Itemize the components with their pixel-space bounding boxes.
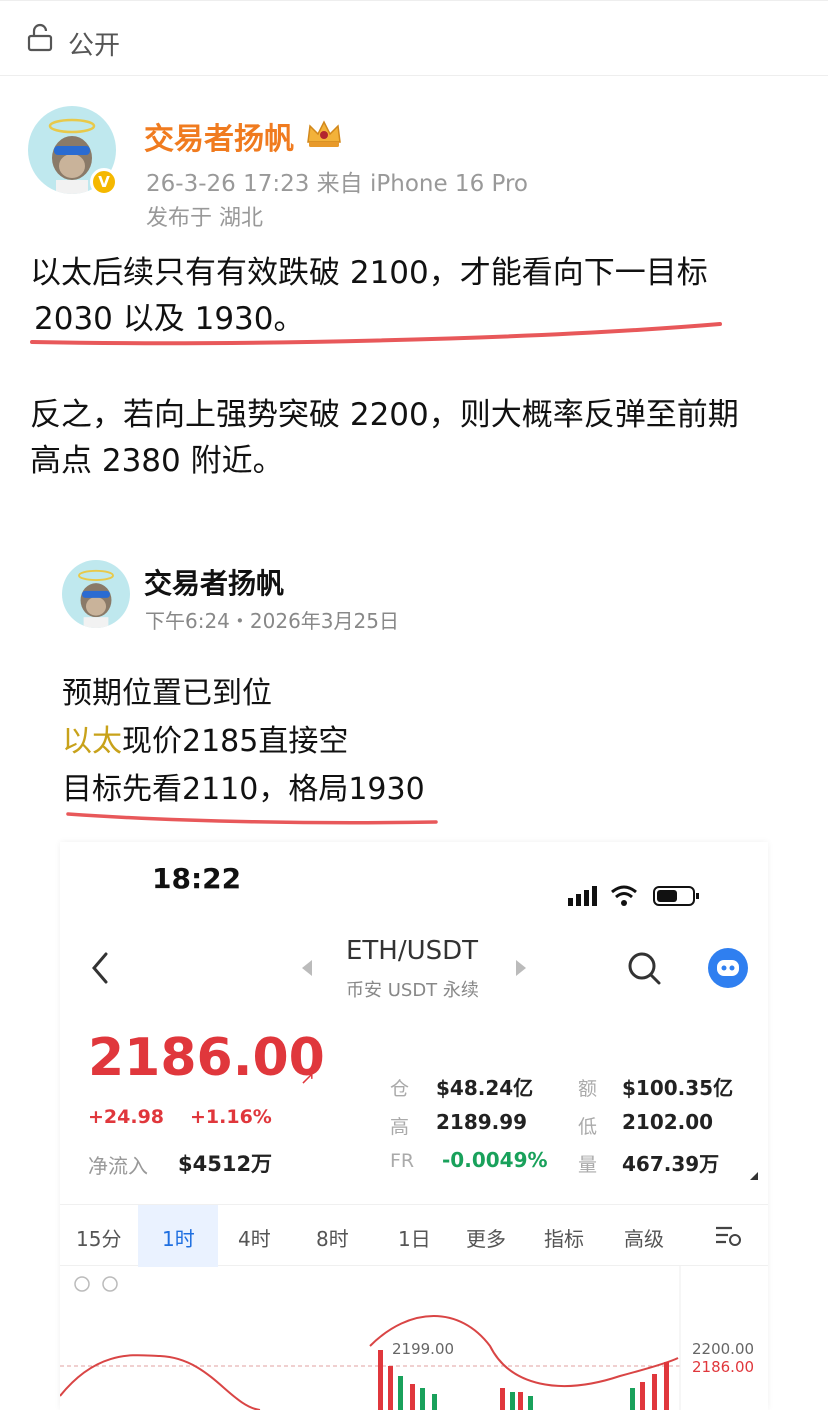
pair-market: 币安 USDT 永续 — [346, 980, 479, 1001]
bot-icon[interactable] — [708, 948, 748, 988]
tab-1h[interactable]: 1时 — [162, 1223, 195, 1252]
quoted-author[interactable]: 交易者扬帆 — [144, 562, 284, 602]
next-pair-icon[interactable] — [516, 960, 526, 976]
oi-value: $48.24亿 — [436, 1076, 534, 1100]
funding-rate-label: FR — [390, 1150, 415, 1172]
red-underline — [66, 812, 438, 825]
funding-rate-value: -0.0049% — [442, 1148, 548, 1172]
axis-label-current: 2186.00 — [692, 1358, 755, 1376]
post-source: 来自 iPhone 16 Pro — [316, 171, 528, 197]
tab-1d[interactable]: 1日 — [398, 1223, 431, 1252]
tab-advanced[interactable]: 高级 — [624, 1223, 664, 1252]
quoted-avatar[interactable] — [62, 560, 130, 628]
oi-label: 仓 — [390, 1078, 410, 1100]
post-location: 发布于 湖北 — [146, 206, 263, 231]
author-name[interactable]: 交易者扬帆 — [144, 114, 294, 158]
post-text-line: 以太后续只有有效跌破 2100，才能看向下一目标 — [30, 255, 708, 291]
price-change-pct: +1.16% — [190, 1106, 272, 1128]
status-icons — [568, 885, 699, 906]
signal-icon — [568, 886, 597, 906]
quoted-line: 目标先看2110，格局1930 — [62, 772, 425, 807]
post-text-line: 高点 2380 附近。 — [30, 443, 284, 479]
quoted-highlight: 以太 — [62, 724, 122, 759]
net-inflow-value: $4512万 — [178, 1152, 273, 1176]
quoted-line-rest: 现价2185直接空 — [122, 724, 349, 759]
prev-pair-icon[interactable] — [302, 960, 312, 976]
price-change: +24.98 — [88, 1106, 165, 1128]
net-inflow-label: 净流入 — [88, 1154, 148, 1178]
quoted-meta: 下午6:24・2026年3月25日 — [145, 609, 399, 633]
pair-title: ETH/USDT — [346, 936, 479, 966]
current-price: 2186.00 — [88, 1028, 325, 1088]
axis-label-top: 2200.00 — [692, 1340, 755, 1358]
interval-tabs: 15分 1时 4时 8时 1日 更多 指标 高级 — [60, 1204, 768, 1267]
tab-15m[interactable]: 15分 — [76, 1223, 121, 1252]
visibility-bar: 公开 — [0, 0, 828, 76]
low-label: 低 — [578, 1116, 598, 1138]
status-time: 18:22 — [152, 862, 242, 895]
kline-chart[interactable]: 2199.00 2200.00 2186.00 — [60, 1266, 768, 1410]
tab-8h[interactable]: 8时 — [316, 1223, 349, 1252]
lock-icon — [27, 23, 53, 52]
high-label: 高 — [390, 1116, 410, 1138]
red-underline — [30, 322, 722, 346]
amount-label: 额 — [578, 1078, 598, 1100]
volume-value: 467.39万 — [622, 1152, 720, 1176]
quoted-line: 预期位置已到位 — [62, 676, 272, 711]
post-meta: 26-3-26 17:23 来自 iPhone 16 Pro — [146, 164, 528, 198]
low-value: 2102.00 — [622, 1110, 714, 1134]
amount-value: $100.35亿 — [622, 1076, 734, 1100]
price-arrow-icon: ↗ — [300, 1068, 316, 1089]
crown-icon — [307, 120, 341, 147]
visibility-label: 公开 — [68, 31, 121, 61]
embedded-screenshot[interactable]: 18:22 ETH/USDT 币安 USDT 永续 2186.00 ↗ +24.… — [60, 842, 768, 1410]
wifi-icon — [611, 885, 637, 906]
tab-more[interactable]: 更多 — [466, 1223, 506, 1252]
post-text-line: 反之，若向上强势突破 2200，则大概率反弹至前期 — [30, 397, 739, 433]
kline-svg — [60, 1266, 681, 1410]
chart-peak-label: 2199.00 — [392, 1340, 455, 1358]
expand-stats-icon[interactable] — [750, 1172, 758, 1180]
volume-label: 量 — [578, 1154, 598, 1176]
high-value: 2189.99 — [436, 1110, 528, 1134]
verified-badge-icon: V — [90, 168, 118, 196]
search-icon[interactable] — [626, 950, 662, 986]
tab-indicators[interactable]: 指标 — [544, 1223, 584, 1252]
quoted-line: 以太现价2185直接空 — [62, 716, 348, 760]
chart-settings-icon[interactable] — [714, 1225, 742, 1247]
back-icon[interactable] — [88, 950, 112, 986]
tab-4h[interactable]: 4时 — [238, 1223, 271, 1252]
battery-icon — [653, 886, 699, 906]
post-datetime: 26-3-26 17:23 — [146, 171, 310, 197]
